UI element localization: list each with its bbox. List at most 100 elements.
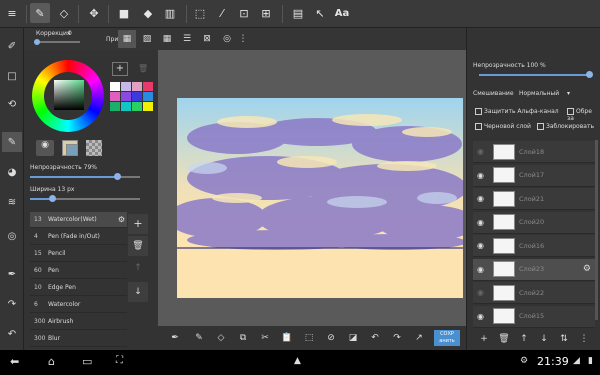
text-tool-button[interactable]: Aa xyxy=(332,3,352,23)
palette-swatch[interactable] xyxy=(132,92,142,101)
brush-settings-icon[interactable]: ⚙ xyxy=(118,215,125,224)
palette-swatch[interactable] xyxy=(132,102,142,111)
blend-dropdown-icon[interactable]: ▾ xyxy=(567,90,570,97)
layer-row[interactable]: ◉ Слой21 xyxy=(473,188,595,210)
clip-checkbox[interactable]: Обре за xyxy=(567,108,599,122)
palette-swatch[interactable] xyxy=(132,82,142,91)
layer-row[interactable]: ◉ Слой16 xyxy=(473,235,595,257)
palette-swatch[interactable] xyxy=(121,92,131,101)
eyedropper-icon[interactable]: ✒ xyxy=(2,264,22,284)
layers-panel-icon[interactable]: ≋ xyxy=(2,192,22,212)
snap-lines-icon[interactable]: ☰ xyxy=(178,30,196,48)
color-panel-icon[interactable]: ◕ xyxy=(2,162,22,182)
magic-wand-tool-icon[interactable]: ⁄ xyxy=(212,3,232,23)
brush-width-knob[interactable] xyxy=(49,195,56,202)
draft-layer-checkbox[interactable]: Черновой слой xyxy=(475,123,531,130)
layer-row[interactable]: ◉ Слой15 xyxy=(473,305,595,328)
artwork-canvas[interactable] xyxy=(177,98,463,298)
move-brush-down-button[interactable]: ↓ xyxy=(128,282,148,302)
layer-row[interactable]: ◉ Слой18 xyxy=(473,141,595,163)
secondary-color-swatch[interactable] xyxy=(66,144,78,156)
menu-icon[interactable]: ≡ xyxy=(2,3,22,23)
add-brush-button[interactable]: + xyxy=(128,214,148,234)
rotate-icon[interactable]: ⟲ xyxy=(2,94,22,114)
move-layer-up-icon[interactable]: ↑ xyxy=(515,330,533,348)
snap-parallel-icon[interactable]: ▨ xyxy=(138,30,156,48)
deselect-icon[interactable]: ⊘ xyxy=(322,329,340,347)
snap-grid-icon[interactable]: ▦ xyxy=(158,30,176,48)
move-layer-down-icon[interactable]: ↓ xyxy=(535,330,553,348)
blend-mode-select[interactable]: Нормальный xyxy=(519,90,559,97)
select-all-icon[interactable]: ⬚ xyxy=(300,329,318,347)
palette-swatch[interactable] xyxy=(110,102,120,111)
paste-icon[interactable]: 📋 xyxy=(278,329,296,347)
select-rect-tool-icon[interactable]: ⬚ xyxy=(190,3,210,23)
save-button[interactable]: СОХР анить xyxy=(434,330,460,346)
eye-icon[interactable]: ◉ xyxy=(477,241,484,250)
brush-list-item[interactable]: 300 Blur xyxy=(30,331,127,347)
fill-rect-tool-icon[interactable]: ■ xyxy=(114,3,134,23)
brush-list-item[interactable]: 6 Watercolor xyxy=(30,297,127,313)
palette-swatch[interactable] xyxy=(121,102,131,111)
layer-row[interactable]: ◉ Слой23 ⚙ xyxy=(473,258,595,281)
brush-list-item[interactable]: 60 Pen xyxy=(30,263,127,279)
material-icon[interactable]: ◎ xyxy=(2,226,22,246)
eye-icon[interactable]: ◉ xyxy=(477,288,484,297)
transform-tool-icon[interactable]: ⊞ xyxy=(256,3,276,23)
layers-scrollbar[interactable] xyxy=(595,140,598,320)
pen-tool-icon[interactable]: ✎ xyxy=(30,3,50,23)
edit-icon[interactable]: ✐ xyxy=(2,36,22,56)
undo-quick-icon[interactable]: ↶ xyxy=(366,329,384,347)
eye-icon[interactable]: ◉ xyxy=(477,312,484,321)
layer-row[interactable]: ◉ Слой17 xyxy=(473,164,595,187)
palette-swatch[interactable] xyxy=(110,82,120,91)
delete-layer-icon[interactable]: 🗑 xyxy=(495,330,513,348)
delete-brush-button[interactable]: 🗑 xyxy=(128,236,148,256)
snap-radial-icon[interactable]: ⊠ xyxy=(198,30,216,48)
layer-row[interactable]: ◉ Слой20 xyxy=(473,211,595,234)
redo-icon[interactable]: ↷ xyxy=(2,294,22,314)
correction-slider[interactable] xyxy=(36,41,80,43)
home-icon[interactable]: ⌂ xyxy=(48,355,55,368)
invert-selection-icon[interactable]: ◪ xyxy=(344,329,362,347)
pointer-tool-icon[interactable]: ↖ xyxy=(310,3,330,23)
brush-list-item[interactable]: 4 Pen (Fade in/Out) xyxy=(30,229,127,245)
move-tool-icon[interactable]: ✥ xyxy=(84,3,104,23)
brush-opacity-knob[interactable] xyxy=(114,173,121,180)
layer-settings-icon[interactable]: ⚙ xyxy=(583,264,591,274)
canvas-icon[interactable]: □ xyxy=(2,66,22,86)
undo-icon[interactable]: ↶ xyxy=(2,324,22,344)
lasso-tool-icon[interactable]: ⊡ xyxy=(234,3,254,23)
delete-color-icon[interactable]: 🗑 xyxy=(138,64,148,73)
brush-list-item[interactable]: 15 Pencil xyxy=(30,246,127,262)
eraser-tool-icon[interactable]: ◇ xyxy=(54,3,74,23)
brush-list-item[interactable]: 13 Watercolor(Wet) ⚙ xyxy=(30,212,127,228)
layer-row[interactable]: ◉ Слой22 xyxy=(473,282,595,304)
eraser-quick-icon[interactable]: ◇ xyxy=(212,329,230,347)
eye-icon[interactable]: ◉ xyxy=(477,171,484,180)
eyedropper-tool-icon[interactable]: ✒ xyxy=(166,329,184,347)
more-options-icon[interactable]: ⋮ xyxy=(234,30,252,48)
gradient-tool-icon[interactable]: ▥ xyxy=(160,3,180,23)
brush-list-item[interactable]: 10 Edge Pen xyxy=(30,280,127,296)
palette-swatch[interactable] xyxy=(110,92,120,101)
eye-icon[interactable]: ◉ xyxy=(477,147,484,156)
transparent-color-swatch[interactable] xyxy=(86,140,102,156)
palette-swatch[interactable] xyxy=(143,102,153,111)
bucket-tool-icon[interactable]: ◆ xyxy=(138,3,158,23)
snap-off-icon[interactable]: ▦ xyxy=(118,30,136,48)
copy-icon[interactable]: ⧉ xyxy=(234,329,252,347)
color-mode-icon[interactable]: ◉ xyxy=(36,140,54,156)
frame-divider-tool-icon[interactable]: ▤ xyxy=(288,3,308,23)
palette-swatch[interactable] xyxy=(143,92,153,101)
move-brush-up-button[interactable]: ↑ xyxy=(128,258,148,278)
redo-quick-icon[interactable]: ↷ xyxy=(388,329,406,347)
eye-icon[interactable]: ◉ xyxy=(477,218,484,227)
layer-opacity-knob[interactable] xyxy=(586,71,593,78)
chevron-up-icon[interactable]: ▲ xyxy=(294,356,301,366)
lock-checkbox[interactable]: Заблокировать xyxy=(537,123,594,130)
recent-apps-icon[interactable]: ▭ xyxy=(82,355,92,368)
eye-icon[interactable]: ◉ xyxy=(477,265,484,274)
add-layer-icon[interactable]: + xyxy=(475,330,493,348)
protect-alpha-checkbox[interactable]: Защитить Альфа-канал xyxy=(475,108,559,115)
